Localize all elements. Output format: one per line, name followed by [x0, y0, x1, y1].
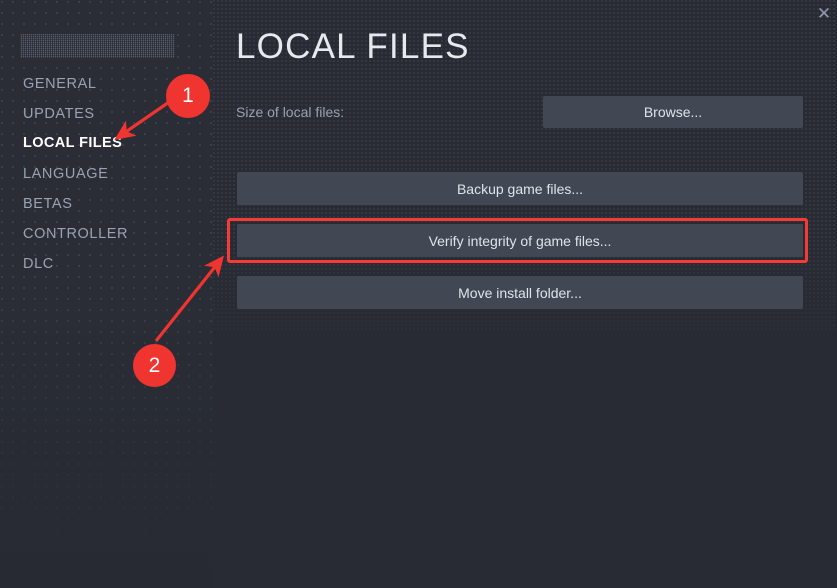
annotation-marker-2: 2 [133, 344, 176, 387]
sidebar-item-general[interactable]: GENERAL [23, 76, 97, 92]
close-icon[interactable]: ✕ [812, 2, 836, 24]
sidebar-item-betas[interactable]: BETAS [23, 196, 72, 212]
sidebar-item-local-files[interactable]: LOCAL FILES [23, 135, 122, 151]
steam-game-properties-dialog: GENERAL UPDATES LOCAL FILES LANGUAGE BET… [0, 0, 837, 588]
browse-button[interactable]: Browse... [543, 96, 803, 128]
verify-integrity-of-game-files-button[interactable]: Verify integrity of game files... [237, 224, 803, 257]
sidebar-item-language[interactable]: LANGUAGE [23, 166, 108, 182]
sidebar-item-updates[interactable]: UPDATES [23, 106, 95, 122]
game-title-redacted [20, 34, 175, 58]
sidebar-item-controller[interactable]: CONTROLLER [23, 226, 128, 242]
sidebar-item-dlc[interactable]: DLC [23, 256, 54, 272]
page-title: LOCAL FILES [236, 27, 470, 67]
annotation-marker-1: 1 [166, 74, 210, 118]
size-of-local-files-label: Size of local files: [236, 104, 344, 120]
sidebar-fade [0, 285, 213, 588]
move-install-folder-button[interactable]: Move install folder... [237, 276, 803, 309]
backup-game-files-button[interactable]: Backup game files... [237, 172, 803, 205]
